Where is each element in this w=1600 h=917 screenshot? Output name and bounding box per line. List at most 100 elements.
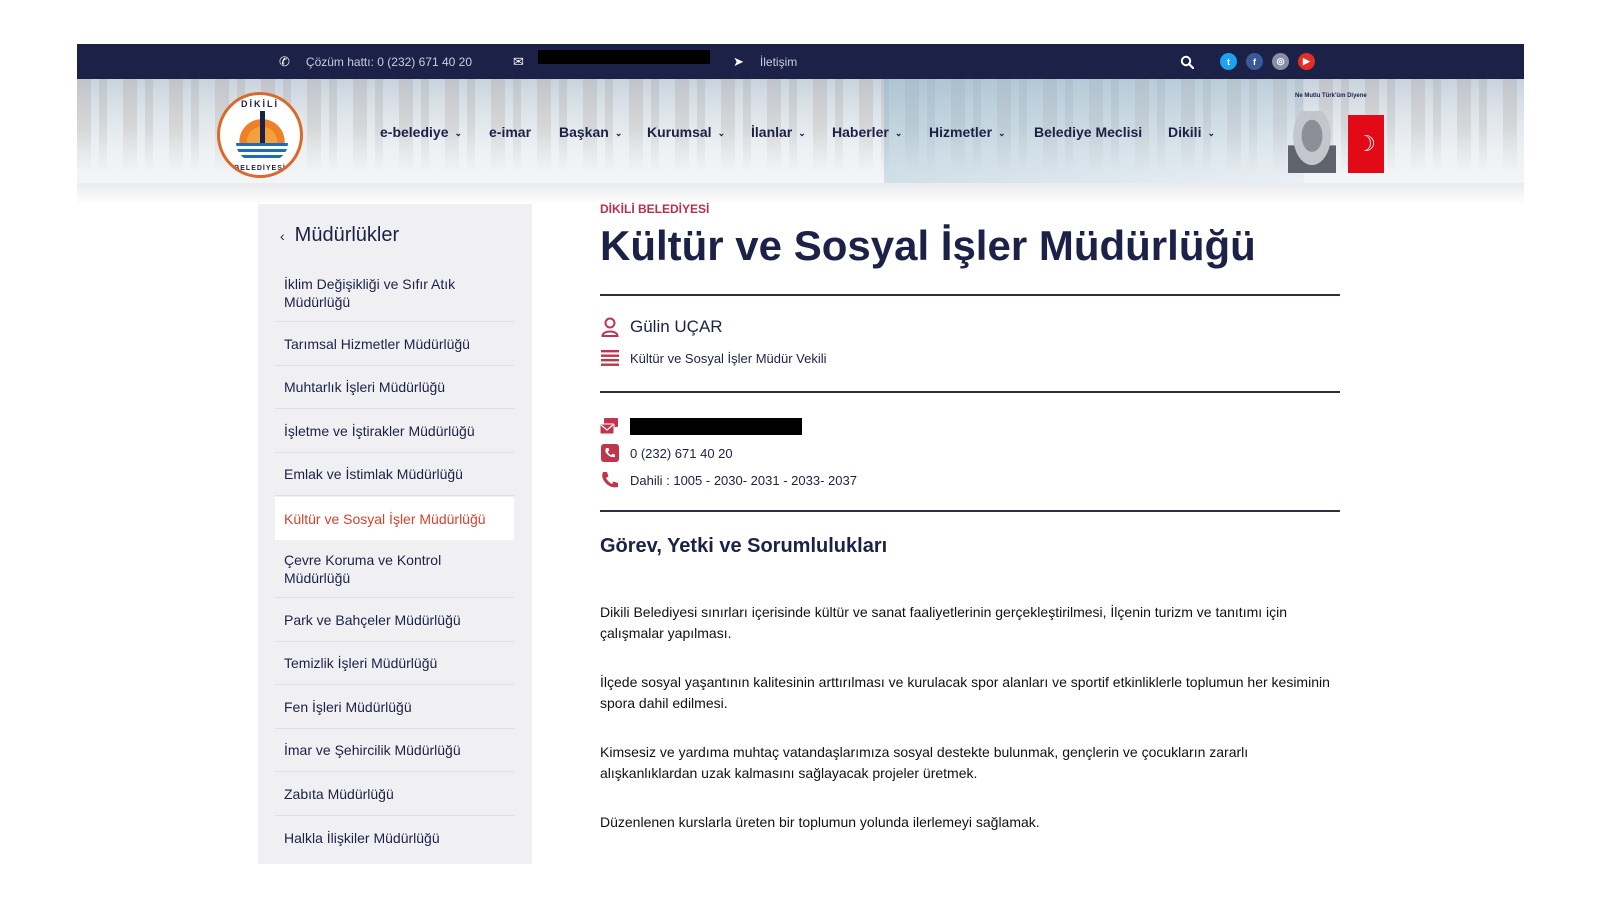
sidebar-item-label: Çevre Koruma ve Kontrol Müdürlüğü — [284, 551, 442, 586]
paragraph: İlçede sosyal yaşantının kalitesinin art… — [600, 674, 1330, 711]
nav-ilanlar[interactable]: İlanlar ⌄ — [751, 118, 806, 146]
chevron-down-icon: ⌄ — [1207, 127, 1216, 138]
chevron-down-icon: ⌄ — [998, 127, 1006, 138]
nav-belediye-meclisi[interactable]: Belediye Meclisi — [1034, 118, 1142, 146]
nav-label: e-imar — [489, 124, 532, 140]
sidebar-item-label: İmar ve Şehircilik Müdürlüğü — [284, 742, 461, 758]
sidebar-item-park[interactable]: Park ve Bahçeler Müdürlüğü — [275, 598, 514, 642]
logo-waves — [236, 143, 288, 161]
sidebar-item-label: Kültür ve Sosyal İşler Müdürlüğü — [284, 510, 486, 527]
nav-label: e-belediye — [380, 124, 449, 140]
search-button[interactable] — [1180, 44, 1194, 79]
chevron-left-icon: ‹ — [280, 227, 285, 244]
nav-e-belediye[interactable]: e-belediye ⌄ — [380, 118, 462, 146]
sidebar-item-label: Muhtarlık İşleri Müdürlüğü — [284, 379, 446, 395]
nav-e-imar[interactable]: e-imar — [489, 118, 531, 146]
sidebar-item-label: İşletme ve İştirakler Müdürlüğü — [284, 422, 475, 439]
sidebar-item-cevre[interactable]: Çevre Koruma ve Kontrol Müdürlüğü — [275, 540, 514, 598]
ataturk-portrait — [1288, 111, 1336, 173]
hotline[interactable]: ✆ Çözüm hattı: 0 (232) 671 40 20 — [279, 44, 472, 79]
nav-hizmetler[interactable]: Hizmetler ⌄ — [929, 118, 1006, 146]
sidebar-item-zabita[interactable]: Zabıta Müdürlüğü — [275, 772, 514, 816]
envelope-icon: ✉ — [513, 53, 524, 69]
nav-label: Dikili — [1168, 124, 1202, 140]
user-icon — [600, 317, 620, 337]
person-role-row: Kültür ve Sosyal İşler Müdür Vekili — [600, 348, 827, 368]
sidebar-item-iklim[interactable]: İklim Değişikliği ve Sıfır Atık Müdürlüğ… — [275, 264, 514, 322]
phone-icon: ✆ — [279, 53, 290, 69]
sidebar-item-label: Tarımsal Hizmetler Müdürlüğü — [284, 335, 470, 352]
email-row — [600, 416, 802, 436]
nav-dikili[interactable]: Dikili ⌄ — [1168, 118, 1215, 146]
redacted-email — [630, 417, 802, 435]
location-arrow-icon: ➤ — [733, 53, 744, 69]
header-shadow — [77, 183, 1524, 205]
nav-label: Belediye Meclisi — [1034, 124, 1143, 140]
extension-numbers: Dahili : 1005 - 2030- 2031 - 2033- 2037 — [630, 472, 857, 488]
youtube-icon[interactable]: ▶ — [1298, 53, 1315, 70]
sidebar-item-label: Park ve Bahçeler Müdürlüğü — [284, 611, 461, 628]
contact-label: İletişim — [759, 54, 798, 69]
chevron-down-icon: ⌄ — [894, 127, 903, 138]
envelopes-icon — [600, 416, 620, 436]
person-name: Gülin UÇAR — [630, 317, 723, 336]
nav-label: Kurumsal — [647, 124, 712, 140]
extension-row: Dahili : 1005 - 2030- 2031 - 2033- 2037 — [600, 470, 857, 490]
nav-kurumsal[interactable]: Kurumsal ⌄ — [647, 118, 725, 146]
nav-baskan[interactable]: Başkan ⌄ — [559, 118, 622, 146]
sidebar-item-kultur[interactable]: Kültür ve Sosyal İşler Müdürlüğü — [275, 497, 514, 540]
instagram-icon[interactable]: ◎ — [1272, 53, 1289, 70]
hotline-label: Çözüm hattı: 0 (232) 671 40 20 — [305, 54, 473, 69]
turkish-flag-icon: ☽ — [1348, 115, 1384, 173]
sidebar-item-isletme[interactable]: İşletme ve İştirakler Müdürlüğü — [275, 409, 514, 453]
municipality-logo[interactable]: DİKİLİ BELEDİYESİ — [217, 92, 303, 178]
sidebar-item-emlak[interactable]: Emlak ve İstimlak Müdürlüğü — [275, 453, 514, 496]
paragraph: Dikili Belediyesi sınırları içerisinde k… — [600, 604, 1288, 641]
phone-number[interactable]: 0 (232) 671 40 20 — [630, 446, 733, 461]
sidebar-item-label: İklim Değişikliği ve Sıfır Atık Müdürlüğ… — [284, 275, 456, 310]
nav-label: İlanlar — [751, 124, 793, 140]
top-bar: ✆ Çözüm hattı: 0 (232) 671 40 20 ✉ ➤ İle… — [77, 44, 1524, 79]
section-title: Görev, Yetki ve Sorumlulukları — [600, 535, 888, 557]
sidebar-title-label: Müdürlükler — [294, 224, 400, 246]
divider — [600, 294, 1340, 296]
facebook-icon[interactable]: f — [1246, 53, 1263, 70]
person-role: Kültür ve Sosyal İşler Müdür Vekili — [630, 350, 827, 366]
sidebar-title[interactable]: ‹ Müdürlükler — [280, 224, 399, 247]
logo-text-top: DİKİLİ — [241, 99, 279, 109]
contact-link[interactable]: ➤ İletişim — [733, 44, 797, 79]
nav-label: Hizmetler — [929, 124, 993, 140]
sidebar: ‹ Müdürlükler İklim Değişikliği ve Sıfır… — [258, 204, 532, 864]
divider — [600, 510, 1340, 512]
sidebar-item-label: Zabıta Müdürlüğü — [284, 785, 394, 802]
sidebar-item-fen[interactable]: Fen İşleri Müdürlüğü — [275, 685, 514, 729]
sidebar-item-tarimsal[interactable]: Tarımsal Hizmetler Müdürlüğü — [275, 322, 514, 366]
redacted-email — [538, 50, 710, 64]
chevron-down-icon: ⌄ — [614, 127, 623, 138]
chevron-down-icon: ⌄ — [798, 127, 806, 138]
phone-square-icon — [600, 443, 620, 463]
paragraph: Düzenlenen kurslarla üreten bir toplumun… — [600, 814, 1040, 830]
email-link[interactable]: ✉ — [513, 44, 524, 79]
sidebar-item-imar[interactable]: İmar ve Şehircilik Müdürlüğü — [275, 729, 514, 772]
nav-haberler[interactable]: Haberler ⌄ — [832, 118, 902, 146]
divider — [600, 391, 1340, 393]
sidebar-item-label: Temizlik İşleri Müdürlüğü — [284, 655, 438, 671]
sidebar-item-muhtarlik[interactable]: Muhtarlık İşleri Müdürlüğü — [275, 366, 514, 409]
twitter-icon[interactable]: t — [1220, 53, 1237, 70]
logo-text-bottom: BELEDİYESİ — [234, 165, 286, 172]
phone-row: 0 (232) 671 40 20 — [600, 443, 733, 463]
search-icon — [1180, 55, 1194, 69]
sidebar-item-halkla[interactable]: Halkla İlişkiler Müdürlüğü — [275, 816, 514, 860]
sidebar-item-label: Fen İşleri Müdürlüğü — [284, 698, 412, 715]
person-name-row: Gülin UÇAR — [600, 317, 723, 337]
paragraph: Kimsesiz ve yardıma muhtaç vatandaşlarım… — [600, 744, 1249, 781]
list-icon — [600, 348, 620, 368]
chevron-down-icon: ⌄ — [454, 127, 463, 138]
page-title: Kültür ve Sosyal İşler Müdürlüğü — [600, 222, 1256, 269]
sidebar-item-temizlik[interactable]: Temizlik İşleri Müdürlüğü — [275, 642, 514, 685]
sidebar-item-label: Halkla İlişkiler Müdürlüğü — [284, 830, 440, 846]
phone-icon — [600, 470, 620, 490]
sidebar-item-label: Emlak ve İstimlak Müdürlüğü — [284, 466, 463, 482]
chevron-down-icon: ⌄ — [717, 127, 726, 138]
